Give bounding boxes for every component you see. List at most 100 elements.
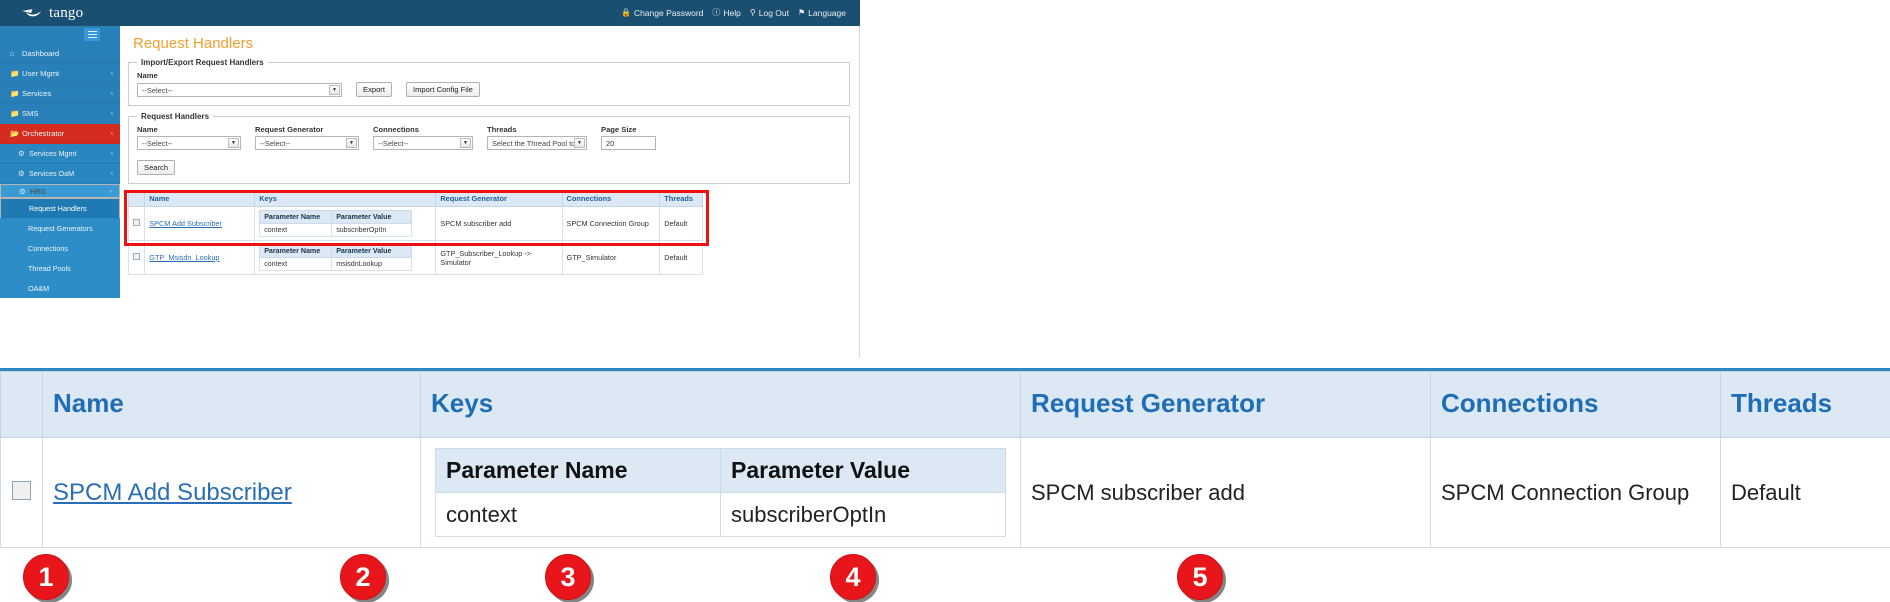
filter-connections-select[interactable]: --Select-- ▼ [373,136,473,150]
help-link[interactable]: ⓘ Help [712,8,740,18]
filter-threads-select[interactable]: Select the Thread Pool to ▼ [487,136,587,150]
sidebar-item-request-handlers[interactable]: Request Handlers [0,198,120,218]
magnified-table-panel: Name Keys Request Generator Connections … [0,368,1890,602]
keys-param-name: context [259,223,333,237]
language-link[interactable]: ⚑ Language [798,8,846,18]
folder-icon: 📁 [10,69,20,78]
filter-request-generator-value: --Select-- [260,138,291,148]
column-header-threads[interactable]: Threads [659,190,703,207]
home-icon: ⌂ [10,49,15,58]
chevron-left-icon: ‹ [110,90,113,97]
callout-badge-2: 2 [340,554,386,600]
import-config-file-button[interactable]: Import Config File [405,82,480,97]
header-actions: 🔒 Change Password ⓘ Help ⚲ Log Out ⚑ Lan… [621,8,860,18]
sidebar-item-services-oam[interactable]: ⚙ Services OaM ‹ [0,164,120,184]
chevron-left-icon: ‹ [110,150,113,157]
magnified-request-handler-link[interactable]: SPCM Add Subscriber [53,479,292,506]
filter-request-generator-select[interactable]: --Select-- ▼ [255,136,359,150]
magnified-select-all-header [0,371,43,438]
filter-name-value: --Select-- [142,138,173,148]
export-button[interactable]: Export [356,82,392,97]
sidebar-item-label: Request Handlers [29,204,87,213]
row-name-cell: SPCM Add Subscriber [144,206,256,241]
request-handler-link[interactable]: SPCM Add Subscriber [149,219,222,228]
change-password-link[interactable]: 🔒 Change Password [621,8,703,18]
row-checkbox-cell[interactable] [127,240,146,275]
sidebar-item-connections[interactable]: Connections [0,238,120,258]
magnified-row-name-cell: SPCM Add Subscriber [42,437,421,548]
row-keys-cell: Parameter Name Parameter Value context s… [254,206,437,241]
import-name-select[interactable]: --Select-- ▼ [137,83,342,97]
sidebar-item-services[interactable]: 📁 Services ‹ [0,84,120,104]
magnified-keys-row: context subscriberOptIn [435,492,1006,537]
sidebar-item-thread-pools[interactable]: Thread Pools [0,258,120,278]
sidebar-item-label: Connections [28,243,68,253]
magnified-row-checkbox[interactable] [12,480,31,500]
table-row: SPCM Add Subscriber Parameter Name Param… [127,206,703,241]
keys-header-row: Parameter Name Parameter Value [259,244,413,258]
brand-logo[interactable]: tango [0,5,140,22]
magnified-row-connections-cell: SPCM Connection Group [1430,437,1721,548]
callout-badge-3: 3 [545,554,591,600]
sidebar-item-user-mgmt[interactable]: 📁 User Mgmt ‹ [0,64,120,84]
chevron-down-icon: ▼ [574,138,585,148]
sidebar-item-services-mgmt[interactable]: ⚙ Services Mgmt ‹ [0,144,120,164]
row-threads-cell: Default [659,240,703,275]
chevron-left-icon: ‹ [110,70,113,77]
magnified-row-checkbox-cell[interactable] [0,437,43,548]
sidebar-item-hrg[interactable]: ⚙ HRG ‹ [0,184,120,198]
magnified-column-header-keys[interactable]: Keys [420,371,1021,438]
row-request-generator-cell: SPCM subscriber add [435,206,563,241]
sidebar-item-label: OA&M [28,283,50,293]
magnified-keys-table: Parameter Name Parameter Value context s… [435,448,1006,537]
filter-name-select[interactable]: --Select-- ▼ [137,136,241,150]
column-header-connections[interactable]: Connections [561,190,661,207]
filter-threads-group: Threads Select the Thread Pool to ▼ [487,125,587,150]
row-checkbox[interactable] [133,253,140,260]
callout-badge-1: 1 [23,554,69,600]
sidebar-item-oam[interactable]: OA&M [0,278,120,298]
cogs-icon: ⚙ [18,169,25,178]
magnified-column-header-name[interactable]: Name [42,371,421,438]
sidebar-nav: ⌂ Dashboard 📁 User Mgmt ‹ 📁 Services ‹ 📁… [0,26,120,298]
column-header-name[interactable]: Name [144,190,256,207]
magnified-keys-column-parameter-name: Parameter Name [435,448,721,493]
sidebar-item-label: Request Generators [28,223,93,233]
row-connections-cell: GTP_Simulator [561,240,661,275]
sidebar-item-sms[interactable]: 📁 SMS ‹ [0,104,120,124]
keys-param-name: context [259,257,333,271]
page-size-input[interactable]: 20 [601,136,656,150]
logout-link[interactable]: ⚲ Log Out [750,8,789,18]
top-header-bar: tango 🔒 Change Password ⓘ Help ⚲ Log Out… [0,0,860,26]
request-handlers-filter-panel: Request Handlers Name --Select-- ▼ Reque… [128,112,850,184]
magnified-keys-param-value: subscriberOptIn [720,492,1006,537]
sidebar-item-label: Dashboard [22,49,60,58]
sidebar-item-label: Thread Pools [28,263,71,273]
chevron-left-icon: ‹ [109,187,112,195]
row-checkbox-cell[interactable] [127,206,146,241]
menu-toggle-icon[interactable] [84,28,100,41]
sidebar-item-dashboard[interactable]: ⌂ Dashboard [0,44,120,64]
folder-icon: 📁 [10,109,20,118]
search-button[interactable]: Search [137,160,176,175]
keys-column-parameter-name: Parameter Name [259,210,333,224]
column-header-keys[interactable]: Keys [254,190,437,207]
row-checkbox[interactable] [133,219,140,226]
request-handler-link[interactable]: GTP_Msisdn_Lookup [149,253,219,262]
magnified-column-header-connections[interactable]: Connections [1430,371,1721,438]
sidebar-item-request-generators[interactable]: Request Generators [0,218,120,238]
filter-request-generator-label: Request Generator [255,125,324,134]
magnified-row-request-generator-cell: SPCM subscriber add [1020,437,1431,548]
magnified-column-header-request-generator[interactable]: Request Generator [1020,371,1431,438]
tango-bird-icon [20,6,46,20]
chevron-left-icon: ‹ [110,110,113,117]
brand-logo-text: tango [49,4,84,21]
keys-column-parameter-value: Parameter Value [331,244,413,258]
table-header-row: Name Keys Request Generator Connections … [127,190,703,207]
sidebar-item-orchestrator[interactable]: 📂 Orchestrator ‹ [0,124,120,144]
sidebar-item-label: Services OaM [29,169,75,178]
magnified-keys-header-row: Parameter Name Parameter Value [435,448,1006,493]
keys-param-value: subscriberOptIn [331,223,413,237]
column-header-request-generator[interactable]: Request Generator [435,190,563,207]
magnified-column-header-threads[interactable]: Threads [1720,371,1890,438]
